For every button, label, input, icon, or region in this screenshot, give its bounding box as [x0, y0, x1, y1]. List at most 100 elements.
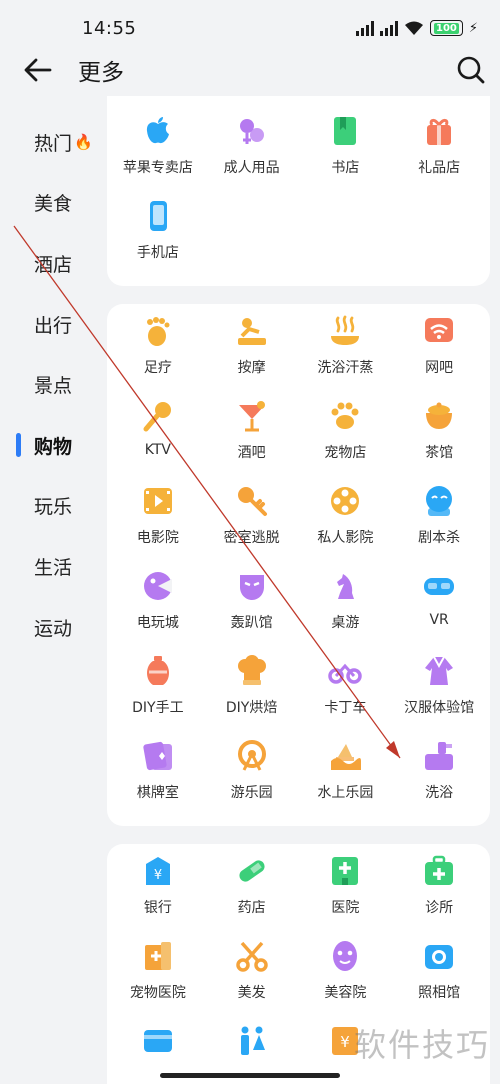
sidebar-item[interactable]: 美食 — [0, 173, 106, 234]
category-item-label: 私人影院 — [317, 530, 374, 546]
category-item-label: 美发 — [237, 985, 266, 1001]
sidebar-item-label: 景点 — [34, 375, 73, 398]
svg-text:¥: ¥ — [154, 868, 162, 883]
category-item[interactable]: 按摩 — [205, 310, 299, 395]
ferris-icon — [237, 740, 266, 771]
category-item[interactable]: 水上乐园 — [299, 735, 393, 820]
category-content: 苹果专卖店 成人用品 书店 礼品店手机店足疗 按摩 洗浴汗蒸 网吧 KTV 酒吧 宠物店 茶馆电影院… — [107, 96, 490, 1084]
category-item-label: 苹果专卖店 — [122, 160, 193, 176]
fire-icon: 🔥 — [74, 133, 93, 152]
category-item[interactable]: 轰趴馆 — [205, 565, 299, 650]
category-item[interactable]: 洗浴 — [392, 735, 486, 820]
category-item-label: 电影院 — [136, 530, 179, 546]
wifi-status-icon — [404, 21, 423, 35]
steam-icon — [331, 315, 360, 345]
category-item[interactable]: 苹果专卖店 — [111, 110, 205, 195]
category-item[interactable]: 美容院 — [299, 935, 393, 1020]
category-item[interactable]: 游乐园 — [205, 735, 299, 820]
category-item[interactable]: 桌游 — [299, 565, 393, 650]
vr-icon — [424, 578, 455, 595]
party-mask-icon — [239, 575, 264, 600]
category-item-label: 洗浴 — [425, 785, 454, 801]
category-card: 足疗 按摩 洗浴汗蒸 网吧 KTV 酒吧 宠物店 茶馆电影院 密室逃脱 私人影院 剧本杀电玩城 轰趴馆… — [107, 304, 490, 826]
sidebar-item[interactable]: 酒店 — [0, 233, 106, 294]
category-item[interactable]: 成人用品 — [205, 110, 299, 195]
paw-icon — [331, 402, 359, 429]
category-item[interactable]: 棋牌室 — [111, 735, 205, 820]
microphone-icon — [143, 402, 171, 432]
category-item-label: 诊所 — [425, 900, 454, 916]
category-item[interactable]: 宠物店 — [299, 395, 393, 480]
category-item[interactable]: 美发 — [205, 935, 299, 1020]
category-item[interactable]: KTV — [111, 395, 205, 480]
category-item-label: 美容院 — [324, 985, 367, 1001]
category-item[interactable]: 足疗 — [111, 310, 205, 395]
category-item-label: 轰趴馆 — [230, 615, 273, 631]
sidebar-item[interactable]: 出行 — [0, 294, 106, 355]
category-item[interactable]: 茶馆 — [392, 395, 486, 480]
header: 更多 — [0, 46, 500, 94]
face-icon — [333, 941, 358, 971]
search-icon[interactable] — [456, 55, 486, 85]
category-item[interactable]: 网吧 — [392, 310, 486, 395]
category-item[interactable]: VR — [392, 565, 486, 650]
signal-icon — [379, 20, 398, 36]
category-item-label: 卡丁车 — [324, 700, 367, 716]
bath-icon — [425, 742, 454, 770]
category-item-label: 酒吧 — [237, 445, 266, 461]
gift-icon — [427, 118, 452, 145]
status-time: 14:55 — [82, 17, 137, 39]
phone-icon — [149, 201, 167, 231]
category-item-label: 书店 — [331, 160, 360, 176]
back-arrow-icon[interactable] — [22, 54, 54, 86]
massage-icon — [237, 318, 266, 345]
category-item[interactable]: 宠物医院 — [111, 935, 205, 1020]
category-item-label: 药店 — [237, 900, 266, 916]
cocktail-icon — [238, 401, 265, 432]
category-item[interactable]: 诊所 — [392, 850, 486, 935]
category-item-label: DIY烘焙 — [225, 700, 278, 716]
category-item[interactable]: 书店 — [299, 110, 393, 195]
sidebar-item-label: 热门 — [34, 132, 73, 155]
category-item[interactable]: 酒吧 — [205, 395, 299, 480]
category-item[interactable]: 照相馆 — [392, 935, 486, 1020]
sidebar-item[interactable]: 生活 — [0, 536, 106, 597]
category-item[interactable]: 医院 — [299, 850, 393, 935]
sidebar-item[interactable]: 热门 🔥 — [0, 112, 106, 173]
category-item[interactable]: 药店 — [205, 850, 299, 935]
sidebar-item[interactable]: 玩乐 — [0, 476, 106, 537]
category-item[interactable]: 电玩城 — [111, 565, 205, 650]
category-item[interactable]: 电影院 — [111, 480, 205, 565]
category-item[interactable]: 手机店 — [111, 195, 205, 280]
category-item[interactable]: 汉服体验馆 — [392, 650, 486, 735]
sidebar-item[interactable]: 景点 — [0, 354, 106, 415]
battery-icon: 100 — [429, 20, 463, 36]
sidebar-item[interactable]: 运动 — [0, 597, 106, 658]
category-item[interactable]: 礼品店 — [392, 110, 486, 195]
gesture-bar[interactable] — [160, 1073, 340, 1078]
category-item[interactable]: 剧本杀 — [392, 480, 486, 565]
category-item[interactable]: DIY烘焙 — [205, 650, 299, 735]
sidebar-item-label: 生活 — [34, 556, 73, 579]
category-item-label: 成人用品 — [223, 160, 280, 176]
signal-icon — [355, 20, 374, 36]
category-item[interactable]: 卡丁车 — [299, 650, 393, 735]
category-item[interactable]: 洗浴汗蒸 — [299, 310, 393, 395]
foot-icon — [146, 317, 170, 346]
category-item-label: 桌游 — [331, 615, 360, 631]
category-item[interactable]: ¥ 银行 — [111, 850, 205, 935]
sidebar-item[interactable]: 购物 — [0, 415, 106, 476]
status-icons: 100 ⚡ — [355, 20, 478, 36]
category-item[interactable]: DIY手工 — [111, 650, 205, 735]
category-item-label: VR — [429, 612, 449, 628]
category-item[interactable]: 私人影院 — [299, 480, 393, 565]
category-item-label: 汉服体验馆 — [404, 700, 475, 716]
card-icon — [143, 1030, 172, 1052]
wifi-icon — [425, 318, 454, 342]
film-icon — [143, 488, 172, 514]
category-item[interactable]: 密室逃脱 — [205, 480, 299, 565]
scissors-icon — [235, 941, 268, 972]
sidebar-item-label: 美食 — [34, 193, 73, 216]
category-item-label: 剧本杀 — [418, 530, 461, 546]
category-item-label: 宠物医院 — [129, 985, 186, 1001]
